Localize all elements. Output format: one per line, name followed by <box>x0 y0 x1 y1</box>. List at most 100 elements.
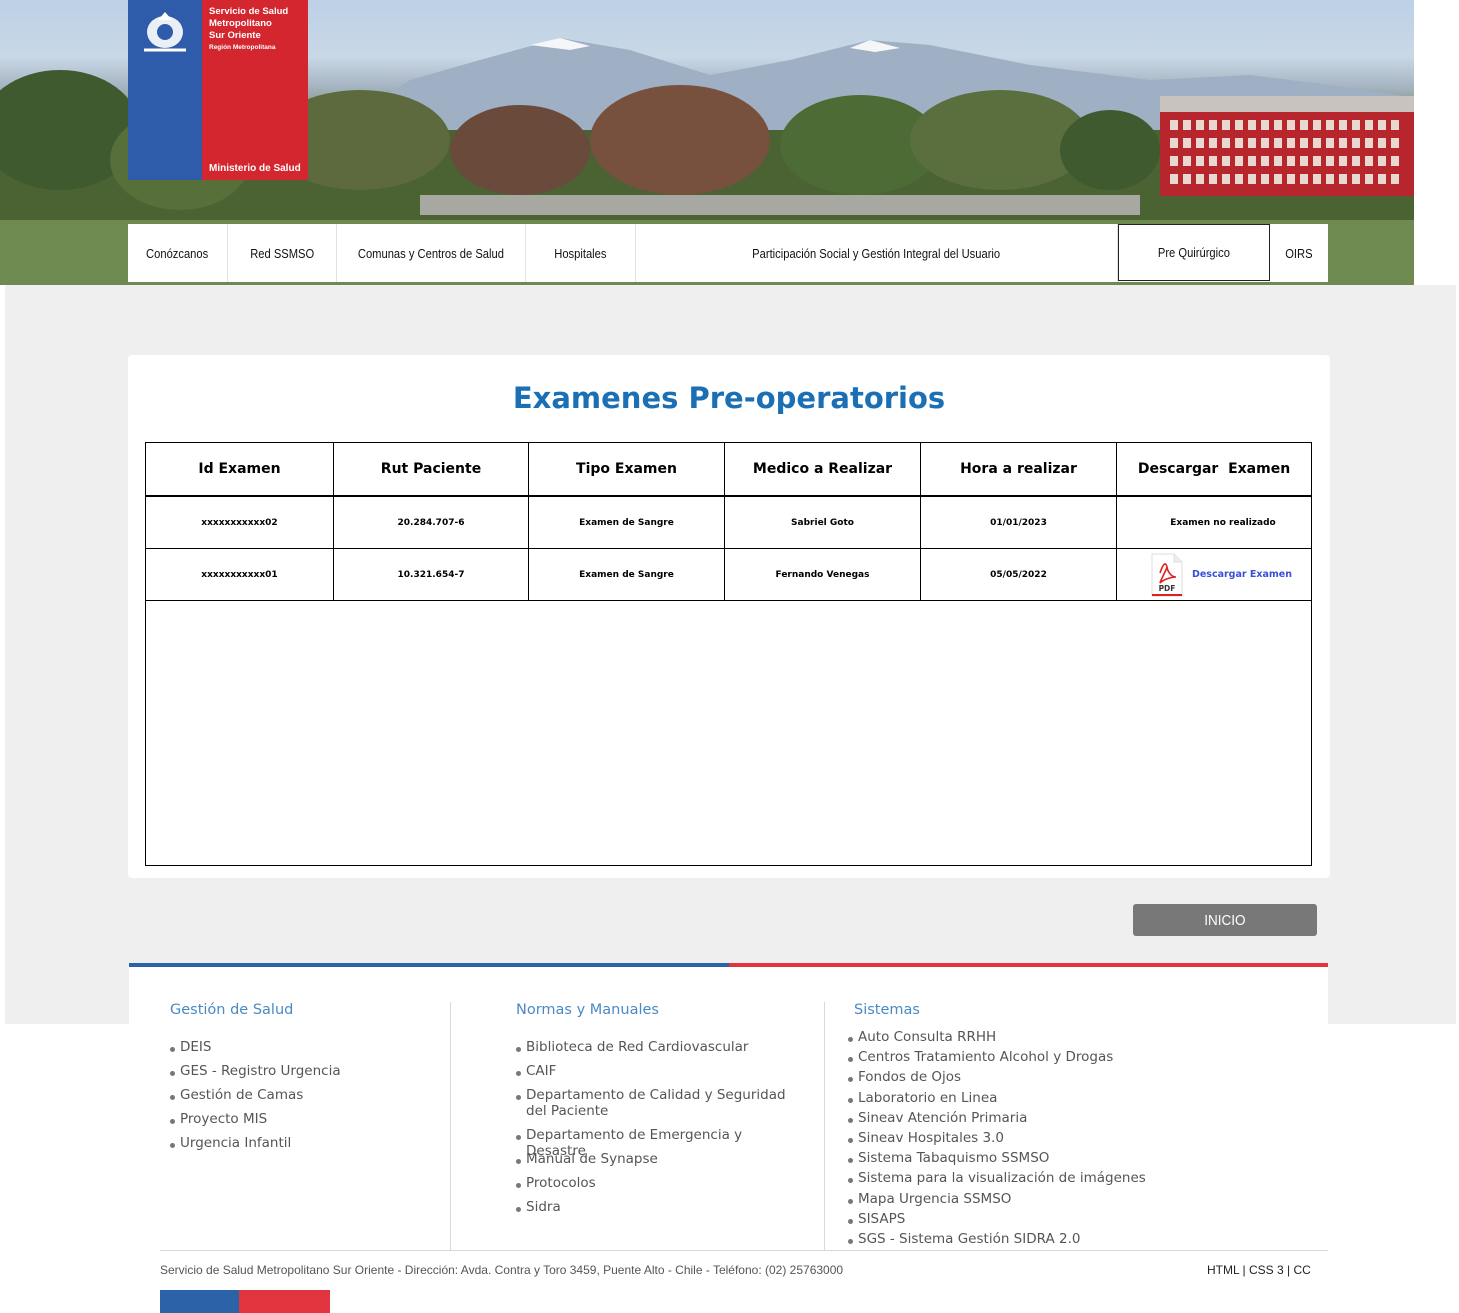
footer-divider <box>450 1002 451 1250</box>
building-window <box>1183 174 1191 184</box>
list-item[interactable]: Sineav Hospitales 3.0 <box>848 1130 1146 1150</box>
inicio-button[interactable]: INICIO <box>1133 904 1317 936</box>
list-item[interactable]: Proyecto MIS <box>170 1111 341 1135</box>
hospital-building-image <box>1160 96 1414 196</box>
cell-download: PDF Descargar Examen <box>1117 549 1311 600</box>
building-window <box>1339 138 1347 148</box>
building-window <box>1300 138 1308 148</box>
table-row: xxxxxxxxxxx02 20.284.707-6 Examen de San… <box>146 497 1311 549</box>
footer-tech-links[interactable]: HTML | CSS 3 | CC <box>1207 1263 1311 1277</box>
col-medico: Medico a Realizar <box>725 443 921 495</box>
building-window <box>1391 156 1399 166</box>
building-window <box>1222 138 1230 148</box>
building-window <box>1248 138 1256 148</box>
building-window <box>1326 156 1334 166</box>
footer-sistemas-title: Sistemas <box>854 1002 920 1018</box>
nav-participacion[interactable]: Participación Social y Gestión Integral … <box>636 224 1118 282</box>
building-window <box>1209 138 1217 148</box>
footer-divider <box>824 1002 825 1250</box>
building-window <box>1274 156 1282 166</box>
building-window <box>1196 174 1204 184</box>
cell-tipo: Examen de Sangre <box>529 497 725 548</box>
nav-comunas[interactable]: Comunas y Centros de Salud <box>337 224 526 282</box>
building-window <box>1378 120 1386 130</box>
building-window <box>1287 174 1295 184</box>
list-item[interactable]: Sineav Atención Primaria <box>848 1110 1146 1130</box>
cell-rut: 20.284.707-6 <box>334 497 529 548</box>
list-item[interactable]: Departamento de Emergencia y Desastre <box>516 1127 806 1159</box>
main-nav: Conózcanos Red SSMSO Comunas y Centros d… <box>128 224 1328 282</box>
footer-sistemas-list: Auto Consulta RRHH Centros Tratamiento A… <box>848 1029 1146 1251</box>
pdf-icon[interactable]: PDF <box>1150 553 1184 597</box>
list-item[interactable]: Centros Tratamiento Alcohol y Drogas <box>848 1049 1146 1069</box>
building-window <box>1261 138 1269 148</box>
list-item[interactable]: Departamento de Calidad y Seguridad del … <box>516 1087 806 1127</box>
building-window <box>1378 138 1386 148</box>
list-item[interactable]: Sistema para la visualización de imágene… <box>848 1170 1146 1190</box>
list-item[interactable]: SGS - Sistema Gestión SIDRA 2.0 <box>848 1231 1146 1251</box>
list-item[interactable]: Mapa Urgencia SSMSO <box>848 1191 1146 1211</box>
list-item[interactable]: Fondos de Ojos <box>848 1069 1146 1089</box>
nav-hospitales[interactable]: Hospitales <box>526 224 636 282</box>
col-descargar: Descargar Examen <box>1137 461 1291 477</box>
list-item[interactable]: Protocolos <box>516 1175 806 1199</box>
building-window <box>1235 120 1243 130</box>
page-title: Examenes Pre-operatorios <box>512 381 946 415</box>
cell-id: xxxxxxxxxxx02 <box>146 497 334 548</box>
footer-normas-list: Biblioteca de Red Cardiovascular CAIF De… <box>516 1039 806 1223</box>
list-item[interactable]: GES - Registro Urgencia <box>170 1063 341 1087</box>
col-id-examen: Id Examen <box>146 443 334 495</box>
building-window <box>1183 156 1191 166</box>
building-window <box>1274 120 1282 130</box>
col-hora: Hora a realizar <box>921 443 1117 495</box>
list-item[interactable]: Urgencia Infantil <box>170 1135 341 1159</box>
nav-oirs[interactable]: OIRS <box>1270 224 1328 282</box>
list-item[interactable]: Manual de Synapse <box>516 1151 806 1175</box>
building-window <box>1287 156 1295 166</box>
building-window <box>1326 174 1334 184</box>
list-item[interactable]: Sidra <box>516 1199 806 1223</box>
col-tipo-examen: Tipo Examen <box>529 443 725 495</box>
nav-pre-quirurgico[interactable]: Pre Quirúrgico <box>1118 224 1270 281</box>
list-item[interactable]: DEIS <box>170 1039 341 1063</box>
footer-flag-blue <box>160 1290 239 1313</box>
cell-hora: 01/01/2023 <box>921 497 1117 548</box>
building-window <box>1261 174 1269 184</box>
building-window <box>1222 174 1230 184</box>
building-window <box>1352 174 1360 184</box>
building-window <box>1378 156 1386 166</box>
cell-medico: Sabriel Goto <box>725 497 921 548</box>
building-window <box>1313 120 1321 130</box>
list-item[interactable]: Sistema Tabaquismo SSMSO <box>848 1150 1146 1170</box>
list-item[interactable]: Auto Consulta RRHH <box>848 1029 1146 1049</box>
list-item[interactable]: SISAPS <box>848 1211 1146 1231</box>
svg-text:PDF: PDF <box>1159 584 1176 593</box>
list-item[interactable]: Gestión de Camas <box>170 1087 341 1111</box>
cell-id: xxxxxxxxxxx01 <box>146 549 334 600</box>
building-window <box>1339 120 1347 130</box>
building-window <box>1300 120 1308 130</box>
download-exam-link[interactable]: Descargar Examen <box>1192 569 1292 580</box>
footer-flag-red <box>239 1290 330 1313</box>
list-item[interactable]: Biblioteca de Red Cardiovascular <box>516 1039 806 1063</box>
cell-tipo: Examen de Sangre <box>529 549 725 600</box>
nav-red-ssmso[interactable]: Red SSMSO <box>228 224 337 282</box>
list-item[interactable]: CAIF <box>516 1063 806 1087</box>
building-window <box>1222 120 1230 130</box>
building-window <box>1209 120 1217 130</box>
building-window <box>1170 138 1178 148</box>
building-window <box>1352 138 1360 148</box>
footer-address: Servicio de Salud Metropolitano Sur Orie… <box>160 1263 844 1277</box>
cell-status: Examen no realizado <box>1170 517 1276 528</box>
footer-gestion-list: DEIS GES - Registro Urgencia Gestión de … <box>170 1039 341 1159</box>
cell-medico: Fernando Venegas <box>725 549 921 600</box>
building-window <box>1326 120 1334 130</box>
building-window <box>1300 174 1308 184</box>
list-item[interactable]: Laboratorio en Linea <box>848 1090 1146 1110</box>
gobierno-logo[interactable]: Servicio de Salud Metropolitano Sur Orient… <box>128 0 308 180</box>
nav-conozcanos[interactable]: Conózcanos <box>128 224 228 282</box>
building-window <box>1352 156 1360 166</box>
footer-bottom-divider <box>160 1250 1328 1251</box>
building-window <box>1248 156 1256 166</box>
building-window <box>1248 174 1256 184</box>
